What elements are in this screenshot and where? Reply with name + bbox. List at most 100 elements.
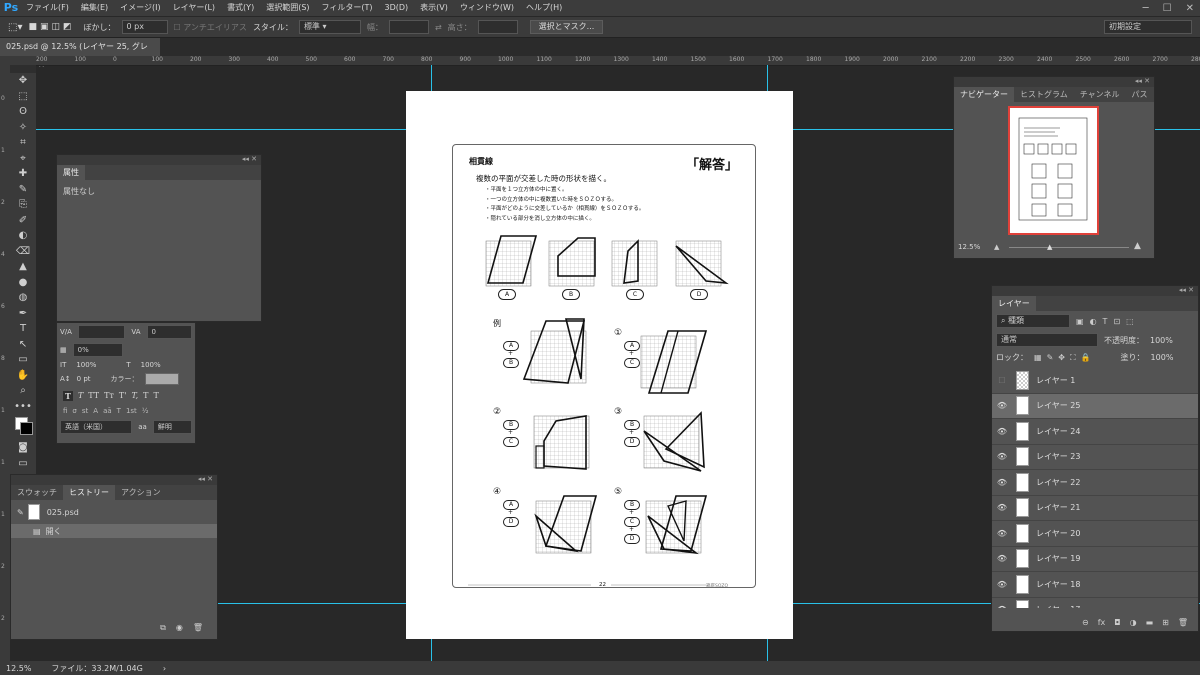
panel-collapse-icon[interactable]: ◂◂ ✕ <box>11 475 217 485</box>
layer-filter-icons[interactable]: ▣ ◐ T ⊡ ⬚ <box>1076 317 1134 326</box>
zoom-slider[interactable] <box>1009 247 1129 248</box>
color-swatches[interactable] <box>10 414 36 440</box>
opentype-button[interactable]: st <box>82 407 88 415</box>
menu-item[interactable]: イメージ(I) <box>114 0 166 16</box>
tab-navigator[interactable]: ナビゲーター <box>954 87 1014 102</box>
layer-row[interactable]: 👁 レイヤー 17 <box>992 598 1198 608</box>
history-snapshot[interactable]: ✎ 025.psd <box>11 500 217 524</box>
text-style-button[interactable]: T <box>78 391 83 401</box>
layer-row[interactable]: 👁 レイヤー 24 <box>992 419 1198 445</box>
text-style-button[interactable]: TT <box>88 391 99 401</box>
text-color-swatch[interactable] <box>144 373 179 385</box>
maximize-icon[interactable]: ☐ <box>1163 3 1172 14</box>
text-style-button[interactable]: T' <box>119 391 127 401</box>
baseline-value[interactable]: 0 pt <box>77 375 91 383</box>
menu-item[interactable]: 表示(V) <box>414 0 454 16</box>
tool-icon[interactable]: ⌗ <box>10 135 36 151</box>
layer-row[interactable]: 👁 レイヤー 19 <box>992 547 1198 572</box>
menu-item[interactable]: 書式(Y) <box>221 0 260 16</box>
eye-icon[interactable]: 👁 <box>992 503 1012 512</box>
zoom-in-icon[interactable]: ▲ <box>1134 241 1141 251</box>
trash-icon[interactable]: 🗑 <box>1178 618 1188 627</box>
text-style-button[interactable]: T <box>63 391 73 401</box>
tab-layers[interactable]: レイヤー <box>992 296 1036 311</box>
screen-mode-icon[interactable]: ▭ <box>10 456 36 472</box>
vertical-scale-value[interactable]: 100% <box>76 361 96 369</box>
opentype-button[interactable]: ½ <box>142 407 149 415</box>
tool-icon[interactable]: ▲ <box>10 259 36 275</box>
new-document-icon[interactable]: ⧉ <box>160 623 166 633</box>
navigator-preview[interactable] <box>1008 106 1099 235</box>
tool-icon[interactable]: ⌖ <box>10 151 36 167</box>
mask-icon[interactable]: ◘ <box>1114 618 1120 627</box>
layer-row[interactable]: 👁 レイヤー 18 <box>992 572 1198 598</box>
eye-icon[interactable]: 👁 <box>992 529 1012 538</box>
panel-collapse-icon[interactable]: ◂◂ ✕ <box>954 77 1154 87</box>
tool-icon[interactable]: ▭ <box>10 352 36 368</box>
background-color[interactable] <box>20 422 33 435</box>
tab-properties[interactable]: 属性 <box>57 165 85 180</box>
tool-icon[interactable]: ⌫ <box>10 244 36 260</box>
menu-item[interactable]: ヘルプ(H) <box>520 0 568 16</box>
antialias-checkbox[interactable]: ☐ アンチエイリアス <box>174 22 247 33</box>
eye-icon[interactable]: 👁 <box>992 580 1012 589</box>
fill-value[interactable]: 100% <box>1151 353 1174 362</box>
eye-icon[interactable]: 👁 <box>992 452 1012 461</box>
text-style-button[interactable]: Tт <box>104 391 114 401</box>
link-icon[interactable]: ⊖ <box>1082 618 1089 627</box>
tsume-select[interactable]: 0% <box>72 343 123 357</box>
style-select[interactable]: 標準 ▾ <box>298 20 361 34</box>
menu-item[interactable]: レイヤー(L) <box>167 0 221 16</box>
menu-item[interactable]: 選択範囲(S) <box>260 0 315 16</box>
trash-icon[interactable]: 🗑 <box>193 623 203 633</box>
navigator-zoom-value[interactable]: 12.5% <box>958 243 980 251</box>
lock-icons[interactable]: ▦ ✎ ✥ ⛶ 🔒 <box>1034 353 1091 363</box>
layer-row[interactable]: 👁 レイヤー 23 <box>992 445 1198 470</box>
menu-item[interactable]: ウィンドウ(W) <box>454 0 520 16</box>
kerning-select[interactable] <box>77 325 126 339</box>
layer-row[interactable]: 👁 レイヤー 22 <box>992 470 1198 496</box>
new-layer-icon[interactable]: ⊞ <box>1162 618 1169 627</box>
zoom-slider-thumb[interactable]: ▲ <box>1047 243 1052 251</box>
tool-icon[interactable]: ✒ <box>10 306 36 322</box>
tracking-select[interactable]: 0 <box>146 325 192 339</box>
opentype-button[interactable]: T <box>117 407 121 415</box>
layer-filter-select[interactable]: ⌕ 種類 <box>996 314 1070 328</box>
tool-icon[interactable]: ••• <box>10 399 36 415</box>
tool-icon[interactable]: ◍ <box>10 290 36 306</box>
opentype-button[interactable]: fi <box>63 407 67 415</box>
status-arrow-icon[interactable]: › <box>163 664 166 673</box>
menu-item[interactable]: 3D(D) <box>379 0 415 16</box>
menu-item[interactable]: 編集(E) <box>75 0 114 16</box>
eye-hidden-icon[interactable]: ☐ <box>992 376 1012 385</box>
quick-mask-icon[interactable]: ◙ <box>10 440 36 456</box>
folder-icon[interactable]: ▬ <box>1146 618 1154 627</box>
tool-icon[interactable]: T <box>10 321 36 337</box>
antialias-select[interactable]: 鮮明 <box>152 420 192 434</box>
eye-icon[interactable]: 👁 <box>992 605 1012 608</box>
adjustment-icon[interactable]: ◑ <box>1130 618 1137 627</box>
tool-icon[interactable]: ⬚ <box>10 89 36 105</box>
fx-icon[interactable]: fx <box>1098 618 1106 627</box>
tab-actions[interactable]: アクション <box>115 485 167 500</box>
layer-row[interactable]: 👁 レイヤー 21 <box>992 496 1198 521</box>
tool-icon[interactable]: ⎘ <box>10 197 36 213</box>
select-and-mask-button[interactable]: 選択とマスク... <box>529 20 604 34</box>
tool-icon[interactable]: ↖ <box>10 337 36 353</box>
tab-channels[interactable]: チャンネル <box>1074 87 1126 102</box>
opentype-button[interactable]: A <box>93 407 98 415</box>
document-tab[interactable]: 025.psd @ 12.5% (レイヤー 25, グレー/8#) × <box>0 38 160 69</box>
tool-icon[interactable]: ✚ <box>10 166 36 182</box>
menu-item[interactable]: フィルター(T) <box>316 0 379 16</box>
tool-icon[interactable]: ● <box>10 275 36 291</box>
horizontal-scale-value[interactable]: 100% <box>141 361 161 369</box>
tool-icon[interactable]: ✎ <box>10 182 36 198</box>
width-input[interactable] <box>388 20 429 34</box>
eye-icon[interactable]: 👁 <box>992 427 1012 436</box>
zoom-out-icon[interactable]: ▲ <box>994 243 999 251</box>
opentype-button[interactable]: σ <box>72 407 76 415</box>
workspace-select[interactable]: 初期設定 <box>1104 20 1192 34</box>
eye-icon[interactable]: 👁 <box>992 401 1012 410</box>
panel-collapse-icon[interactable]: ◂◂ ✕ <box>992 286 1198 296</box>
tab-history[interactable]: ヒストリー <box>63 485 115 500</box>
